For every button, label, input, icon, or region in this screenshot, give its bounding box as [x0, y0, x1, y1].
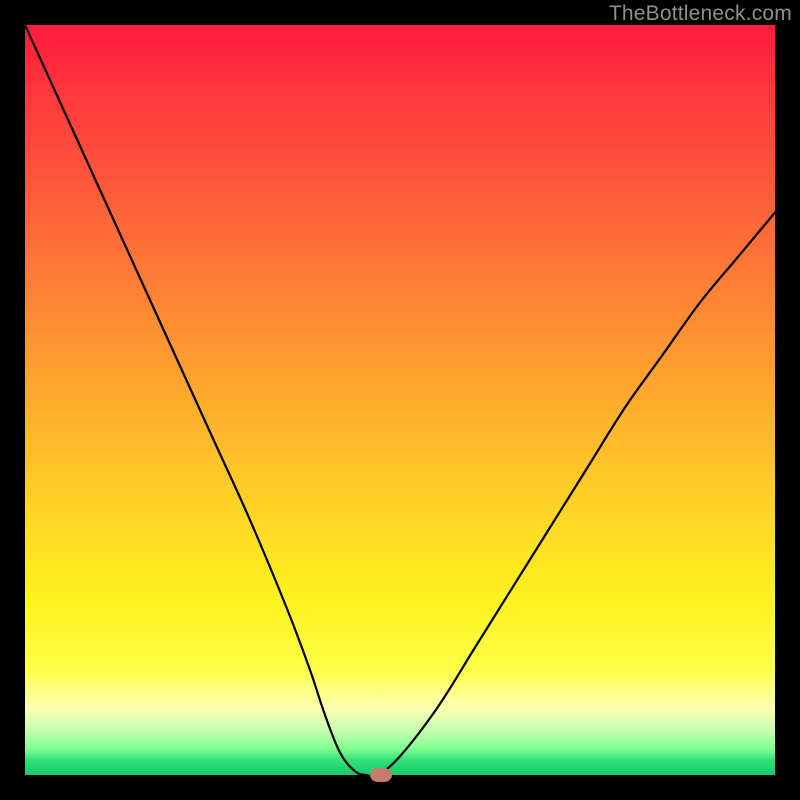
watermark-text: TheBottleneck.com [609, 2, 792, 26]
chart-frame: TheBottleneck.com [0, 0, 800, 800]
plot-area [25, 25, 775, 775]
optimum-marker [370, 768, 392, 782]
bottleneck-curve [25, 25, 775, 775]
